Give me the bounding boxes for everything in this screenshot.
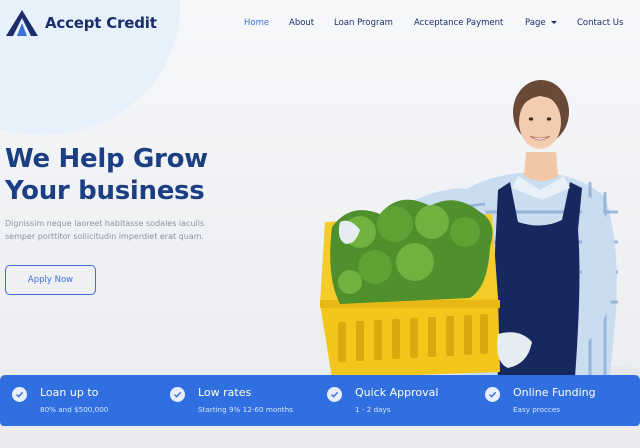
feature-title: Loan up to	[40, 386, 99, 399]
feature-title: Quick Approval	[355, 386, 439, 399]
feature-subtitle: Starting 9% 12-60 months	[198, 405, 293, 414]
nav-acceptance-payment[interactable]: Acceptance Payment	[414, 17, 503, 29]
feature-subtitle: 80% and $500,000	[40, 405, 109, 414]
feature-rates: Low rates Starting 9% 12-60 months	[158, 375, 316, 426]
check-circle-icon	[485, 387, 500, 402]
hero-headline: We Help Grow Your business	[5, 143, 208, 207]
main-nav: Home About Loan Program Acceptance Payme…	[0, 17, 640, 29]
feature-subtitle: Easy procces	[513, 405, 561, 414]
hero-headline-line1: We Help Grow	[5, 144, 208, 174]
hero-subtext: Dignissim neque laoreet habitasse sodale…	[5, 219, 205, 241]
check-circle-icon	[12, 387, 27, 402]
feature-funding: Online Funding Easy procces	[473, 375, 631, 426]
apply-now-button[interactable]: Apply Now	[5, 265, 96, 295]
woman-holding-vegetable-crate-image	[320, 80, 640, 377]
check-circle-icon	[170, 387, 185, 402]
chevron-down-icon	[550, 21, 557, 24]
nav-contact-us[interactable]: Contact Us	[577, 17, 623, 29]
feature-approval: Quick Approval 1 - 2 days	[315, 375, 473, 426]
feature-bar: Loan up to 80% and $500,000 Low rates St…	[0, 375, 640, 426]
nav-page-dropdown[interactable]: Page	[525, 17, 557, 29]
nav-home[interactable]: Home	[244, 17, 269, 29]
feature-subtitle: 1 - 2 days	[355, 405, 391, 414]
page: Accept Credit Home About Loan Program Ac…	[0, 0, 640, 448]
nav-about[interactable]: About	[289, 17, 314, 29]
feature-title: Online Funding	[513, 386, 596, 399]
check-circle-icon	[327, 387, 342, 402]
feature-title: Low rates	[198, 386, 252, 399]
nav-loan-program[interactable]: Loan Program	[334, 17, 393, 29]
feature-loan: Loan up to 80% and $500,000	[0, 375, 158, 426]
nav-page-label: Page	[525, 18, 546, 28]
hero-headline-line2: Your business	[5, 176, 205, 206]
lettuce	[330, 199, 493, 304]
